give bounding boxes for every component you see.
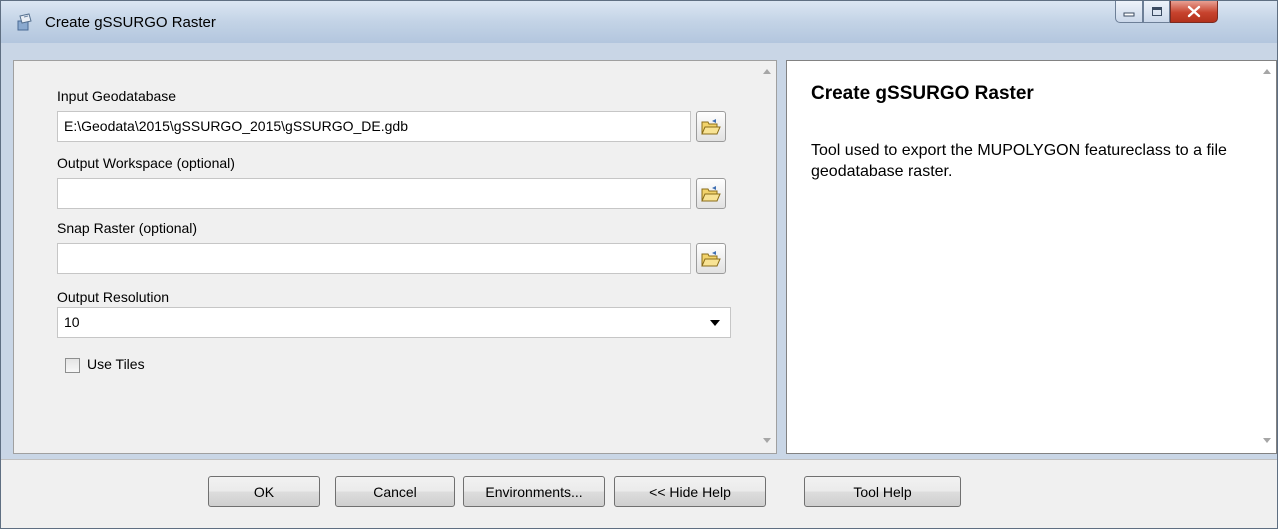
scroll-up-arrow-icon[interactable] (1263, 69, 1271, 74)
title-bar[interactable]: Create gSSURGO Raster (1, 1, 1277, 43)
output-resolution-label: Output Resolution (57, 289, 170, 305)
close-button[interactable] (1170, 1, 1218, 23)
input-geodatabase-browse-button[interactable] (696, 111, 726, 142)
maximize-button[interactable] (1143, 1, 1170, 23)
snap-raster-label: Snap Raster (optional) (57, 220, 198, 236)
maximize-icon (1151, 7, 1162, 16)
use-tiles-checkbox[interactable] (65, 358, 80, 373)
output-resolution-select[interactable]: 10 (57, 307, 731, 338)
output-workspace-browse-button[interactable] (696, 178, 726, 209)
environments-button[interactable]: Environments... (463, 476, 605, 507)
help-description: Tool used to export the MUPOLYGON featur… (811, 142, 1227, 180)
window-title: Create gSSURGO Raster (45, 14, 216, 31)
parameters-scrollbar[interactable] (759, 61, 776, 453)
help-scrollbar[interactable] (1259, 61, 1276, 453)
ok-button[interactable]: OK (208, 476, 320, 507)
minimize-button[interactable] (1115, 1, 1143, 23)
scroll-down-arrow-icon[interactable] (1263, 438, 1271, 443)
output-resolution-value: 10 (64, 314, 80, 330)
close-icon (1187, 5, 1201, 18)
tool-help-button[interactable]: Tool Help (804, 476, 961, 507)
folder-open-icon (701, 118, 721, 134)
scroll-down-arrow-icon[interactable] (763, 438, 771, 443)
input-geodatabase-label: Input Geodatabase (57, 88, 177, 104)
hide-help-button[interactable]: << Hide Help (614, 476, 766, 507)
input-geodatabase-field[interactable]: E:\Geodata\2015\gSSURGO_2015\gSSURGO_DE.… (57, 111, 691, 142)
tool-dialog-window: Create gSSURGO Raster Input Geodatabase … (0, 0, 1278, 529)
use-tiles-label: Use Tiles (87, 356, 145, 372)
chevron-down-icon[interactable] (710, 320, 720, 326)
minimize-icon (1123, 12, 1135, 16)
folder-open-icon (701, 185, 721, 201)
parameters-panel: Input Geodatabase E:\Geodata\2015\gSSURG… (13, 60, 777, 454)
button-bar: OK Cancel Environments... << Hide Help T… (1, 459, 1277, 528)
snap-raster-field[interactable] (57, 243, 691, 274)
scroll-up-arrow-icon[interactable] (763, 69, 771, 74)
output-workspace-label: Output Workspace (optional) (57, 155, 235, 171)
folder-open-icon (701, 250, 721, 266)
help-title: Create gSSURGO Raster (811, 83, 1034, 104)
cancel-button[interactable]: Cancel (335, 476, 455, 507)
tool-icon (17, 13, 32, 31)
output-workspace-field[interactable] (57, 178, 691, 209)
help-panel: Create gSSURGO Raster Tool used to expor… (786, 60, 1277, 454)
snap-raster-browse-button[interactable] (696, 243, 726, 274)
